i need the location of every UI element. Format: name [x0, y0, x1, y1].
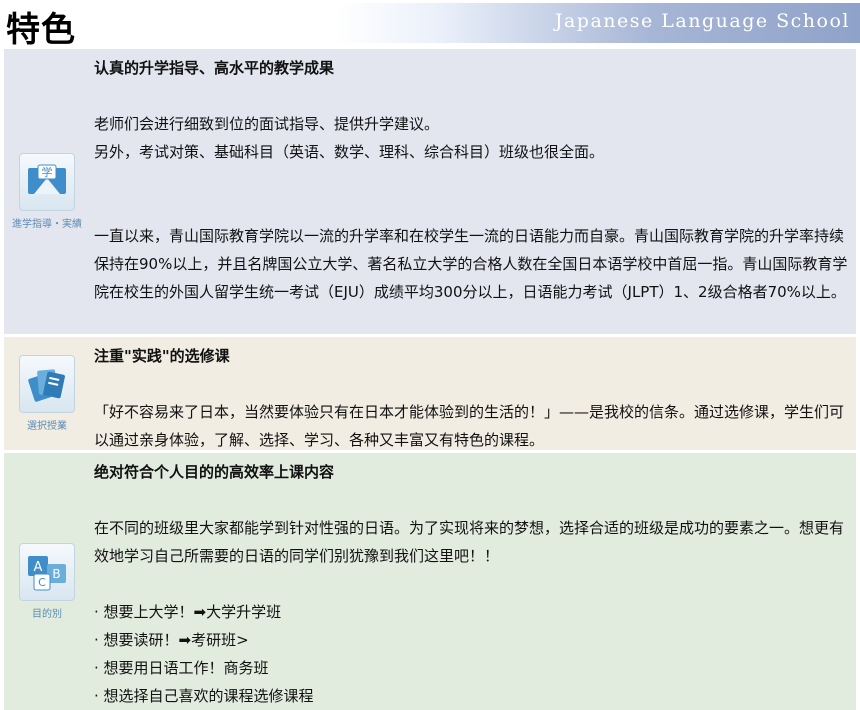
svg-text:学: 学: [42, 165, 53, 179]
section-content: 认真的升学指导、高水平的教学成果 老师们会进行细致到位的面试指导、提供升学建议。…: [90, 49, 856, 334]
cards-icon: [19, 355, 75, 413]
icon-caption: 選択授業: [27, 421, 67, 432]
section-content: 绝对符合个人目的的高效率上课内容 在不同的班级里大家都能学到针对性强的日语。为了…: [90, 453, 856, 710]
page-title: 特色: [6, 10, 76, 50]
icon-caption: 目的別: [32, 609, 62, 620]
list-item: 想要上大学！➡大学升学班: [94, 598, 848, 626]
icon-caption: 進学指導・実績: [12, 219, 82, 230]
abc-icon: A B C: [19, 543, 75, 601]
paragraph: 在不同的班级里大家都能学到针对性强的日语。为了实现将来的梦想，选择合适的班级是成…: [94, 519, 845, 565]
study-icon: 学: [19, 153, 75, 211]
paragraph: 老师们会进行细致到位的面试指导、提供升学建议。: [94, 115, 440, 133]
svg-text:A: A: [34, 560, 43, 575]
list-item: 想要读研！➡考研班>: [94, 626, 848, 654]
icon-column: 選択授業: [4, 337, 90, 450]
list-item: 想选择自己喜欢的课程选修课程: [94, 682, 848, 710]
section-heading: 认真的升学指导、高水平的教学成果: [94, 59, 335, 77]
svg-text:B: B: [52, 567, 60, 581]
paragraph: 一直以来，青山国际教育学院以一流的升学率和在校学生一流的日语能力而自豪。青山国际…: [94, 227, 848, 301]
school-banner: Japanese Language School: [336, 3, 860, 43]
svg-text:C: C: [38, 576, 46, 589]
paragraph: 另外，考试对策、基础科目（英语、数学、理科、综合科目）班级也很全面。: [94, 143, 605, 161]
section-content: 注重"实践"的选修课 「好不容易来了日本，当然要体验只有在日本才能体验到的生活的…: [90, 337, 856, 450]
list-item: 想要用日语工作！商务班: [94, 654, 848, 682]
banner-text: Japanese Language School: [554, 10, 850, 32]
section-heading: 绝对符合个人目的的高效率上课内容: [94, 463, 335, 481]
section-heading: 注重"实践"的选修课: [94, 347, 230, 365]
section-electives: 選択授業 注重"实践"的选修课 「好不容易来了日本，当然要体验只有在日本才能体验…: [4, 337, 856, 450]
icon-column: A B C 目的別: [4, 453, 90, 710]
paragraph: 「好不容易来了日本，当然要体验只有在日本才能体验到的生活的！」——是我校的信条。…: [94, 403, 845, 449]
section-purpose: A B C 目的別 绝对符合个人目的的高效率上课内容 在不同的班级里大家都能学到…: [4, 453, 856, 710]
section-guidance: 学 進学指導・実績 认真的升学指导、高水平的教学成果 老师们会进行细致到位的面试…: [4, 49, 856, 334]
header: 特色 Japanese Language School: [0, 0, 860, 50]
icon-column: 学 進学指導・実績: [4, 49, 90, 334]
